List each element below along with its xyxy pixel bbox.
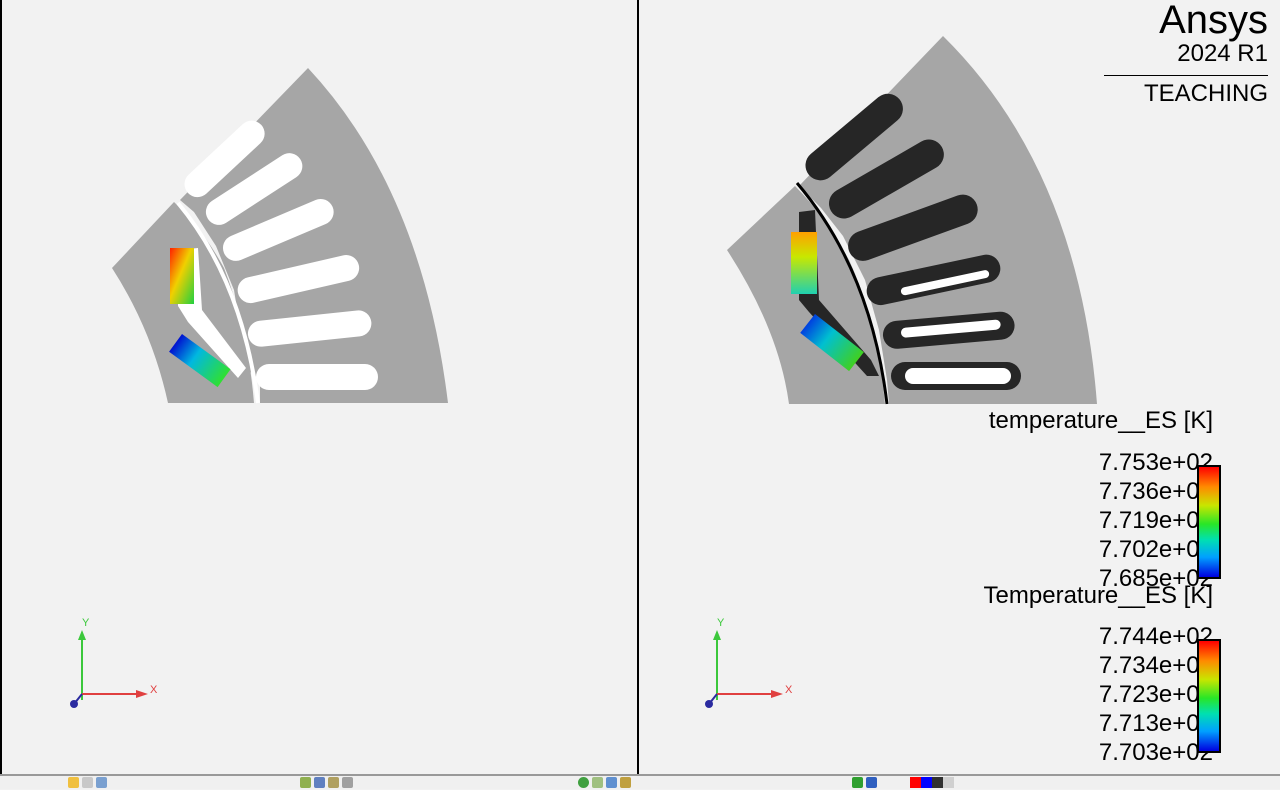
legend-value: 7.719e+02 <box>1098 507 1213 534</box>
x-axis-label: X <box>150 684 158 696</box>
axis-triad-left <box>70 630 148 708</box>
legend-title: Temperature__ES [K] <box>983 582 1213 609</box>
plot-icon[interactable] <box>328 777 339 788</box>
graphics-viewport-left[interactable]: Y X <box>0 0 638 774</box>
legend-value: 7.753e+02 <box>1098 449 1213 476</box>
legend-title: temperature__ES [K] <box>988 407 1213 434</box>
plot-icon[interactable] <box>314 777 325 788</box>
plot-icon[interactable] <box>852 777 863 788</box>
plot-icon[interactable] <box>592 777 603 788</box>
legend-value: 7.736e+02 <box>1098 478 1213 505</box>
settings-icon[interactable] <box>96 777 107 788</box>
brand-edition: TEACHING <box>1143 80 1268 107</box>
plot-icon[interactable] <box>866 777 877 788</box>
color-palette-icon[interactable] <box>943 777 954 788</box>
legend-value: 7.734e+02 <box>1098 652 1213 679</box>
colorbar <box>1197 465 1221 579</box>
color-palette-icon[interactable] <box>921 777 932 788</box>
legend-value: 7.703e+02 <box>1098 739 1213 766</box>
legend-value: 7.702e+02 <box>1098 536 1213 563</box>
colorbar <box>1197 639 1221 753</box>
legend-value: 7.744e+02 <box>1098 623 1213 650</box>
brand-version: 2024 R1 <box>1177 40 1268 67</box>
x-axis-label: X <box>785 684 793 696</box>
color-palette-icon[interactable] <box>910 777 921 788</box>
y-axis-label: Y <box>717 617 725 629</box>
graphics-viewport-right[interactable]: Y X Ansys 2024 R1 TEACHING temperature__… <box>638 0 1280 774</box>
mesh-icon[interactable] <box>300 777 311 788</box>
ansys-branding: Ansys 2024 R1 TEACHING <box>1104 0 1268 108</box>
y-axis-label: Y <box>82 617 90 629</box>
brand-divider <box>1104 75 1268 76</box>
legend-values: 7.753e+02 7.736e+02 7.719e+02 7.702e+02 … <box>1013 448 1213 593</box>
refresh-icon[interactable] <box>578 777 589 788</box>
brand-name: Ansys <box>1159 0 1268 42</box>
view-icon[interactable] <box>82 777 93 788</box>
legend-value: 7.723e+02 <box>1098 681 1213 708</box>
legend-values: 7.744e+02 7.734e+02 7.723e+02 7.713e+02 … <box>1013 622 1213 767</box>
legend-value: 7.713e+02 <box>1098 710 1213 737</box>
color-palette-icon[interactable] <box>932 777 943 788</box>
plot-icon[interactable] <box>620 777 631 788</box>
select-icon[interactable] <box>68 777 79 788</box>
bottom-toolbar <box>0 774 1280 789</box>
plot-icon[interactable] <box>342 777 353 788</box>
plot-icon[interactable] <box>606 777 617 788</box>
